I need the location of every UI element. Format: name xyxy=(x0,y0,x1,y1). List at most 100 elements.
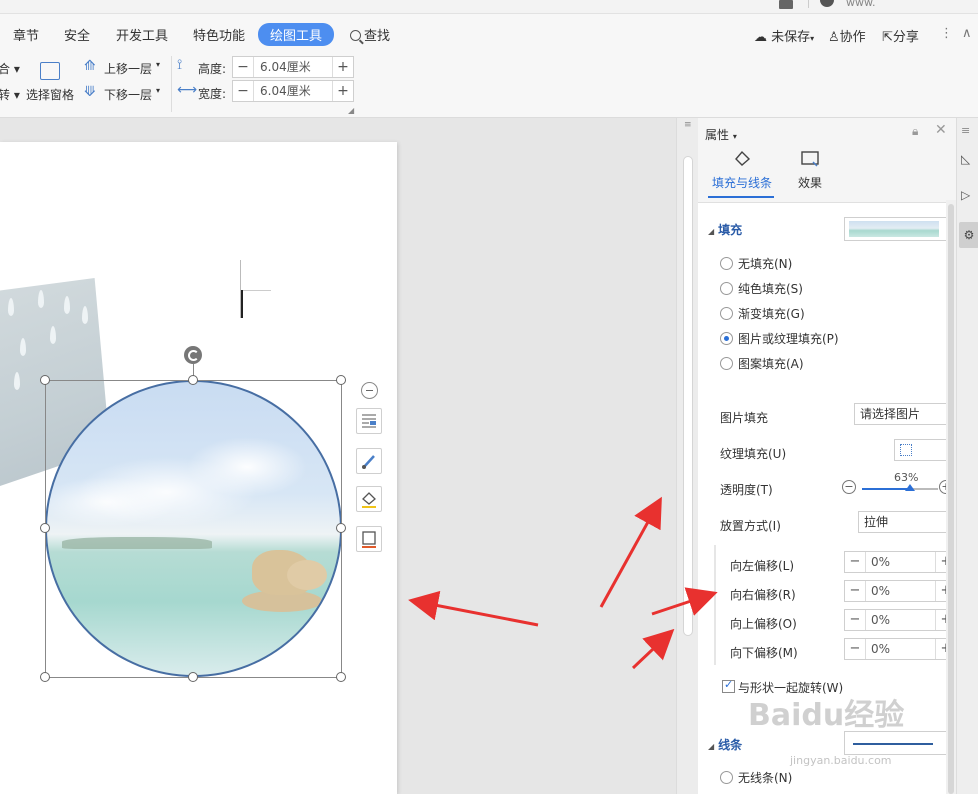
resize-handle[interactable] xyxy=(336,672,346,682)
width-value[interactable]: 6.04厘米 xyxy=(253,81,333,101)
layout-options-button[interactable] xyxy=(356,408,382,434)
scrollbar-thumb[interactable] xyxy=(948,204,954,794)
decrease-icon[interactable]: − xyxy=(845,581,865,601)
document-scrollbar[interactable]: ≡ xyxy=(676,118,698,794)
collapse-icon[interactable]: ∧ xyxy=(962,26,972,41)
resize-handle[interactable] xyxy=(188,375,198,385)
tab-effects[interactable]: 效果 xyxy=(790,148,830,191)
panel-scrollbar[interactable] xyxy=(946,200,956,794)
layers-down-icon: ⟱ xyxy=(84,84,96,100)
decrease-icon[interactable]: − xyxy=(233,57,253,77)
tab-fill-and-line[interactable]: 填充与线条 xyxy=(710,148,774,191)
fill-option-none[interactable]: 无填充(N) xyxy=(720,255,792,272)
fill-button[interactable] xyxy=(356,486,382,512)
splitter-icon[interactable]: ≡ xyxy=(684,120,692,130)
line-preview xyxy=(853,743,933,745)
scrollbar-thumb[interactable] xyxy=(683,156,693,636)
document-page[interactable] xyxy=(0,142,397,794)
decrease-icon[interactable]: − xyxy=(845,639,865,659)
line-option-none[interactable]: 无线条(N) xyxy=(720,769,792,786)
search-icon xyxy=(350,30,361,41)
offset-right-value[interactable]: 0% xyxy=(865,581,936,601)
tab-features[interactable]: 特色功能 xyxy=(193,25,245,44)
resize-handle[interactable] xyxy=(40,523,50,533)
document-canvas[interactable] xyxy=(0,118,676,794)
bring-forward-button[interactable]: ⟰ 上移一层 ▾ xyxy=(84,58,164,78)
resize-handle[interactable] xyxy=(40,672,50,682)
resize-handle[interactable] xyxy=(188,672,198,682)
option-label: 无线条(N) xyxy=(738,769,792,786)
fill-preview-dropdown[interactable] xyxy=(844,217,956,241)
picture-fill-select[interactable]: 请选择图片 xyxy=(854,403,956,425)
decrease-icon[interactable]: − xyxy=(842,480,856,494)
tab-label: 效果 xyxy=(798,176,822,190)
close-icon[interactable]: ✕ xyxy=(935,122,947,138)
outline-button[interactable] xyxy=(356,526,382,552)
properties-icon[interactable]: ⚙ xyxy=(959,222,978,248)
slider-knob[interactable] xyxy=(905,484,915,491)
fill-option-picture[interactable]: 图片或纹理填充(P) xyxy=(720,330,839,347)
menu-icon[interactable]: ≡ xyxy=(961,124,977,140)
placement-select[interactable]: 拉伸 xyxy=(858,511,956,533)
height-value[interactable]: 6.04厘米 xyxy=(253,57,333,77)
select-pane-button[interactable]: 选择窗格 xyxy=(26,58,78,108)
rotate-with-shape-checkbox[interactable] xyxy=(722,680,735,693)
offset-right-stepper[interactable]: −0%+ xyxy=(844,580,956,602)
fill-option-gradient[interactable]: 渐变填充(G) xyxy=(720,305,805,322)
fill-section-header[interactable]: 填充 xyxy=(708,221,742,238)
decrease-icon[interactable]: − xyxy=(845,552,865,572)
decrease-icon[interactable]: − xyxy=(845,610,865,630)
increase-icon[interactable]: + xyxy=(333,81,353,101)
dialog-launcher-icon[interactable]: ◢ xyxy=(348,106,354,115)
increase-icon[interactable]: + xyxy=(333,57,353,77)
width-stepper[interactable]: − 6.04厘米 + xyxy=(232,80,354,102)
rotate-handle-icon[interactable] xyxy=(184,346,202,364)
tab-chapter[interactable]: 章节 xyxy=(13,25,39,44)
unsaved-label: 未保存 xyxy=(771,30,810,45)
panel-title[interactable]: 属性 ▾ xyxy=(705,126,737,143)
search-button[interactable]: 查找 xyxy=(350,25,390,44)
tab-drawing-tools[interactable]: 绘图工具 xyxy=(258,23,334,46)
option-label: 纯色填充(S) xyxy=(738,280,803,297)
brush-icon xyxy=(357,449,381,473)
line-section-header[interactable]: 线条 xyxy=(708,736,742,753)
decrease-icon[interactable]: − xyxy=(233,81,253,101)
tab-security[interactable]: 安全 xyxy=(64,25,90,44)
resize-handle[interactable] xyxy=(336,523,346,533)
width-icon: ⟷ xyxy=(177,82,197,98)
ribbon-fragment-top[interactable]: 合 ▾ xyxy=(0,60,20,77)
line-preview-dropdown[interactable] xyxy=(844,731,956,755)
offset-top-stepper[interactable]: −0%+ xyxy=(844,609,956,631)
offset-bottom-stepper[interactable]: −0%+ xyxy=(844,638,956,660)
shape-icon[interactable]: ◺ xyxy=(961,152,977,168)
decoration xyxy=(20,338,26,356)
style-button[interactable] xyxy=(356,448,382,474)
window-icon[interactable] xyxy=(779,0,793,9)
fill-option-solid[interactable]: 纯色填充(S) xyxy=(720,280,803,297)
unsaved-button[interactable]: ☁ 未保存▾ xyxy=(754,26,814,45)
collapse-icon[interactable] xyxy=(361,382,378,399)
avatar[interactable] xyxy=(820,0,834,7)
offset-left-stepper[interactable]: −0%+ xyxy=(844,551,956,573)
share-button[interactable]: ⇱分享 xyxy=(882,26,919,45)
watermark: Baidu经验 xyxy=(748,690,904,734)
resize-handle[interactable] xyxy=(336,375,346,385)
pointer-icon[interactable]: ▷ xyxy=(961,188,977,204)
offset-bottom-value[interactable]: 0% xyxy=(865,639,936,659)
more-icon[interactable]: ⋮ xyxy=(940,26,953,41)
margin-guide xyxy=(241,290,271,291)
offset-group xyxy=(714,545,716,665)
offset-top-value[interactable]: 0% xyxy=(865,610,936,630)
offset-left-value[interactable]: 0% xyxy=(865,552,936,572)
active-tab-indicator xyxy=(708,196,774,198)
collab-button[interactable]: ♙协作 xyxy=(828,26,866,45)
chevron-down-icon: ▾ xyxy=(810,34,814,43)
resize-handle[interactable] xyxy=(40,375,50,385)
transparency-slider[interactable] xyxy=(862,488,938,490)
fill-option-pattern[interactable]: 图案填充(A) xyxy=(720,355,804,372)
tab-dev-tools[interactable]: 开发工具 xyxy=(116,25,168,44)
send-backward-button[interactable]: ⟱ 下移一层 ▾ xyxy=(84,84,164,104)
height-stepper[interactable]: − 6.04厘米 + xyxy=(232,56,354,78)
ribbon-fragment-bottom[interactable]: 转 ▾ xyxy=(0,86,20,103)
lock-icon[interactable]: 🔒︎ xyxy=(912,124,918,139)
